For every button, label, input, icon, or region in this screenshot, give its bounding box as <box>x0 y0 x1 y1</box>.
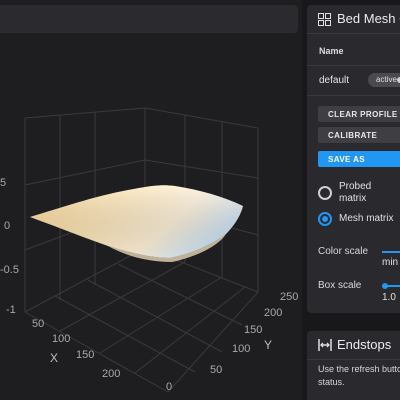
box-scale-value: 1.0 <box>382 292 396 303</box>
endstops-description: Use the refresh butto <box>318 364 400 374</box>
y-tick-label: 0 <box>166 381 172 393</box>
save-as-label: SAVE AS <box>328 155 366 164</box>
table-row[interactable]: default active <box>307 65 400 96</box>
y-tick-label: 50 <box>210 364 222 376</box>
x-tick-label: 150 <box>76 349 94 361</box>
y-tick-label: 100 <box>232 343 250 355</box>
probed-matrix-radio[interactable] <box>318 186 332 200</box>
save-as-button[interactable]: SAVE AS <box>318 151 400 167</box>
color-scale-label: Color scale <box>318 246 369 257</box>
profiles-table-header: Name <box>307 35 400 66</box>
calibrate-label: CALIBRATE <box>328 131 378 140</box>
grid-icon <box>318 13 331 26</box>
z-tick-label: -1 <box>6 304 16 316</box>
name-column-header: Name <box>319 46 344 56</box>
clear-profile-label: CLEAR PROFILE <box>328 110 398 119</box>
mesh-graph-panel[interactable]: 5 0 -0.5 -1 50 100 150 200 X 0 50 100 15… <box>0 0 302 400</box>
endstops-card: Endstops Use the refresh butto status. <box>307 331 400 400</box>
box-scale-slider-knob[interactable] <box>382 283 388 289</box>
profile-name: default <box>319 75 350 86</box>
status-badge: active <box>368 73 400 87</box>
endstops-header: Endstops <box>307 331 400 360</box>
y-tick-label: 150 <box>244 324 262 336</box>
z-tick-label: -0.5 <box>0 264 19 276</box>
z-tick-label: 5 <box>0 177 6 189</box>
x-tick-label: 100 <box>52 333 70 345</box>
mesh-matrix-radio[interactable] <box>318 212 332 226</box>
y-tick-label: 200 <box>264 307 282 319</box>
mesh-3d-plot[interactable]: 5 0 -0.5 -1 50 100 150 200 X 0 50 100 15… <box>0 0 302 400</box>
clear-profile-button[interactable]: CLEAR PROFILE <box>318 106 400 122</box>
color-scale-value: min <box>382 257 399 268</box>
color-scale-slider[interactable] <box>382 251 400 253</box>
probed-matrix-label-2: matrix <box>339 193 367 204</box>
box-scale-label: Box scale <box>318 280 362 291</box>
x-tick-label: 200 <box>102 368 120 380</box>
endstops-title: Endstops <box>337 337 392 352</box>
bed-mesh-card: Bed Mesh Co Name default active CLEAR PR… <box>307 5 400 313</box>
x-tick-label: 50 <box>32 318 44 330</box>
bed-mesh-header: Bed Mesh Co <box>307 5 400 34</box>
z-tick-label: 0 <box>4 220 10 232</box>
endstops-icon <box>318 339 332 351</box>
app-root: 5 0 -0.5 -1 50 100 150 200 X 0 50 100 15… <box>0 0 400 400</box>
bed-mesh-title: Bed Mesh Co <box>337 11 400 26</box>
endstops-description-2: status. <box>318 377 345 387</box>
y-tick-label: 250 <box>280 291 298 303</box>
x-axis-title: X <box>50 351 58 365</box>
probed-matrix-label: Probed <box>339 181 372 192</box>
mesh-surface <box>30 185 243 262</box>
calibrate-button[interactable]: CALIBRATE <box>318 127 400 143</box>
y-axis-title: Y <box>264 338 272 352</box>
mesh-matrix-label: Mesh matrix <box>339 213 394 224</box>
